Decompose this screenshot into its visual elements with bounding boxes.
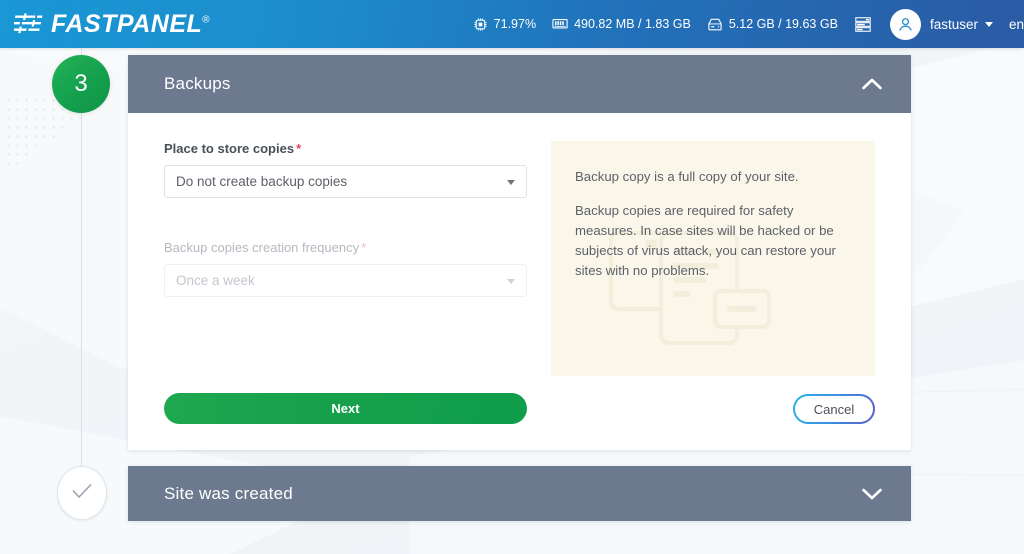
backups-form-column: Place to store copies * Do not create bac… xyxy=(164,141,527,424)
cpu-stat-value: 71.97% xyxy=(493,17,537,31)
server-stack-icon[interactable] xyxy=(854,16,872,33)
equalizer-icon xyxy=(12,13,44,35)
chevron-down-icon[interactable] xyxy=(859,481,885,507)
place-to-store-label: Place to store copies * xyxy=(164,141,527,156)
backups-info-column: Backup copy is a full copy of your site.… xyxy=(551,141,875,424)
cpu-stat: 71.97% xyxy=(473,17,536,32)
memory-stat: 490.82 MB / 1.83 GB xyxy=(552,17,691,31)
chevron-down-icon xyxy=(984,21,993,27)
backups-card-title: Backups xyxy=(164,74,231,93)
site-created-card[interactable]: Site was created xyxy=(128,466,911,521)
chevron-down-icon xyxy=(507,278,515,284)
backups-card-body: Place to store copies * Do not create bac… xyxy=(128,113,911,450)
user-name-label: fastuser xyxy=(929,16,978,32)
user-menu[interactable]: fastuser xyxy=(889,8,993,40)
disk-stat: 5.12 GB / 19.63 GB xyxy=(707,17,838,32)
site-created-card-title: Site was created xyxy=(164,483,293,503)
brand-name-text: FASTPANEL xyxy=(51,9,203,38)
top-navigation-bar: FASTPANEL® 71.97% 490.82 MB / 1.83 GB 5.… xyxy=(0,0,1024,48)
step-indicator-complete xyxy=(57,466,107,520)
place-to-store-label-text: Place to store copies xyxy=(164,141,295,156)
backups-card-header[interactable]: Backups xyxy=(128,55,911,113)
brand-logo[interactable]: FASTPANEL® xyxy=(0,9,211,38)
disk-stat-value: 5.12 GB / 19.63 GB xyxy=(728,17,838,31)
backup-info-panel: Backup copy is a full copy of your site.… xyxy=(551,141,875,376)
brand-name: FASTPANEL® xyxy=(51,9,211,38)
chevron-down-icon xyxy=(507,179,515,185)
server-stats-group: 71.97% 490.82 MB / 1.83 GB 5.12 GB / 19.… xyxy=(473,8,1024,40)
step-indicator-3: 3 xyxy=(52,55,110,113)
frequency-value: Once a week xyxy=(176,273,255,288)
frequency-label-text: Backup copies creation frequency xyxy=(164,240,360,255)
registered-mark: ® xyxy=(202,14,211,26)
required-marker: * xyxy=(361,240,367,255)
check-icon xyxy=(70,481,94,506)
cancel-button[interactable]: Cancel xyxy=(793,394,875,424)
memory-stat-value: 490.82 MB / 1.83 GB xyxy=(574,17,691,31)
language-selector[interactable]: en xyxy=(1009,17,1024,32)
form-spacer xyxy=(164,198,527,240)
cpu-icon xyxy=(473,17,488,32)
backup-info-paragraph-1: Backup copy is a full copy of your site. xyxy=(575,169,799,184)
next-button[interactable]: Next xyxy=(164,393,527,424)
disk-icon xyxy=(707,17,723,32)
place-to-store-select[interactable]: Do not create backup copies xyxy=(164,165,527,198)
backups-card: Backups Place to store copies * Do not cr… xyxy=(128,55,911,450)
backups-actions-row: Cancel xyxy=(551,394,875,424)
avatar xyxy=(889,8,921,40)
place-to-store-value: Do not create backup copies xyxy=(176,174,348,189)
step-number-label: 3 xyxy=(74,70,88,97)
backup-info-paragraph-2: Backup copies are required for safety me… xyxy=(575,203,836,279)
frequency-select[interactable]: Once a week xyxy=(164,264,527,297)
required-marker: * xyxy=(296,141,302,156)
memory-icon xyxy=(552,17,568,31)
chevron-up-icon[interactable] xyxy=(859,71,885,97)
backup-info-text: Backup copy is a full copy of your site.… xyxy=(575,167,851,281)
frequency-label: Backup copies creation frequency * xyxy=(164,240,527,255)
